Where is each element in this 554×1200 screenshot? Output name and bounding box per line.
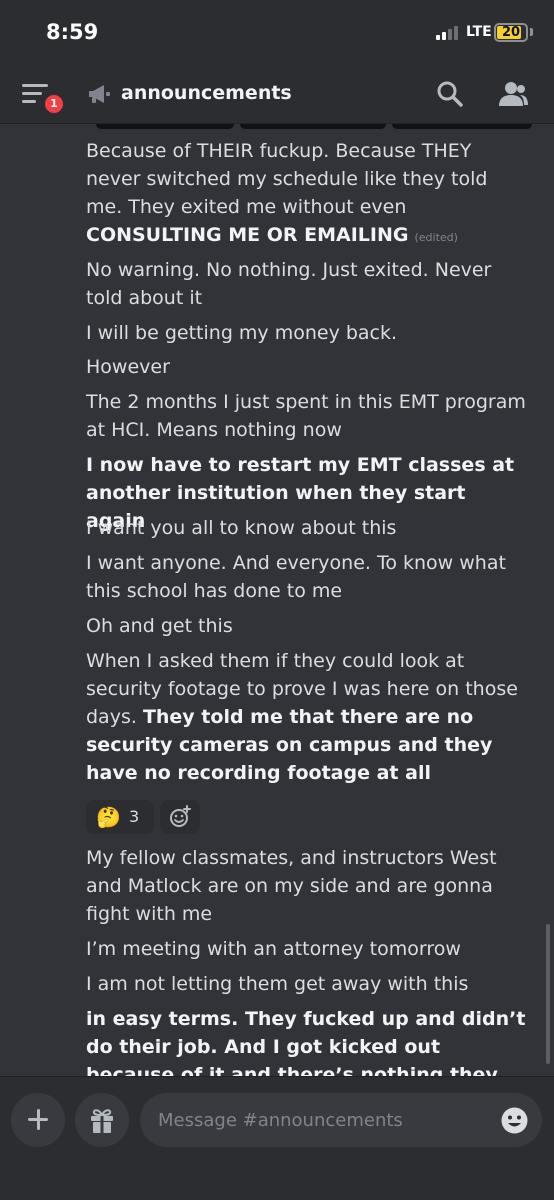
message-text: I want you all to know about this — [86, 517, 397, 539]
message: However — [86, 353, 526, 381]
gift-icon — [91, 1109, 113, 1133]
network-type: LTE — [466, 24, 492, 40]
status-bar: 8:59 LTE 20 — [0, 0, 554, 66]
channel-header: 1 announcements — [0, 66, 554, 124]
reaction-count: 3 — [129, 807, 140, 826]
add-attachment-button[interactable] — [11, 1093, 65, 1147]
edited-label: (edited) — [414, 231, 458, 244]
add-reaction-icon — [170, 805, 191, 827]
channel-name: announcements — [121, 82, 292, 104]
message: I want anyone. And everyone. To know wha… — [86, 549, 526, 605]
battery-nub — [530, 28, 533, 36]
embedded-images-strip[interactable] — [96, 124, 532, 129]
status-time: 8:59 — [46, 20, 99, 44]
message: I am not letting them get away with this — [86, 970, 526, 998]
message: I want you all to know about this — [86, 514, 526, 542]
message: No warning. No nothing. Just exited. Nev… — [86, 256, 526, 312]
message-text: I’m meeting with an attorney tomorrow — [86, 938, 461, 960]
battery-level: 20 — [501, 25, 521, 40]
members-icon[interactable] — [498, 80, 528, 108]
message-text: However — [86, 356, 170, 378]
message-text: My fellow classmates, and instructors We… — [86, 847, 497, 925]
message: My fellow classmates, and instructors We… — [86, 844, 526, 928]
notification-badge: 1 — [42, 92, 66, 116]
emoji-picker-icon[interactable] — [500, 1106, 529, 1135]
message-input[interactable] — [140, 1093, 542, 1147]
message-bold-text: CONSULTING ME OR EMAILING — [86, 224, 409, 246]
message-text: Because of THEIR fuckup. Because THEY ne… — [86, 140, 488, 218]
message: When I asked them if they could look at … — [86, 647, 526, 787]
message-text: I want anyone. And everyone. To know wha… — [86, 552, 506, 602]
message-text: The 2 months I just spent in this EMT pr… — [86, 391, 526, 441]
signal-strength-icon — [436, 26, 462, 40]
message-text: Oh and get this — [86, 615, 233, 637]
message-bold-text: in easy terms. They fucked up and didn’t… — [86, 1008, 526, 1076]
add-reaction-button[interactable] — [160, 800, 200, 834]
gift-button[interactable] — [75, 1093, 129, 1147]
message: I will be getting my money back. — [86, 319, 526, 347]
message-composer — [0, 1076, 554, 1200]
scrollbar-thumb[interactable] — [546, 924, 550, 1064]
message: Because of THEIR fuckup. Because THEY ne… — [86, 137, 526, 252]
message-bold-text: They told me that there are no security … — [86, 706, 493, 784]
battery-icon: 20 — [494, 23, 528, 42]
announcement-megaphone-icon — [89, 85, 110, 103]
message: in easy terms. They fucked up and didn’t… — [86, 1005, 526, 1076]
search-icon[interactable] — [436, 80, 464, 108]
reaction-thinking[interactable]: 🤔 3 — [86, 800, 154, 834]
message-text: I will be getting my money back. — [86, 322, 398, 344]
message-text: No warning. No nothing. Just exited. Nev… — [86, 259, 492, 309]
message-text: I am not letting them get away with this — [86, 973, 469, 995]
message: Oh and get this — [86, 612, 526, 640]
message: I’m meeting with an attorney tomorrow — [86, 935, 526, 963]
message: The 2 months I just spent in this EMT pr… — [86, 388, 526, 444]
thinking-face-icon: 🤔 — [96, 805, 121, 829]
message-list[interactable]: Because of THEIR fuckup. Because THEY ne… — [0, 124, 554, 1076]
